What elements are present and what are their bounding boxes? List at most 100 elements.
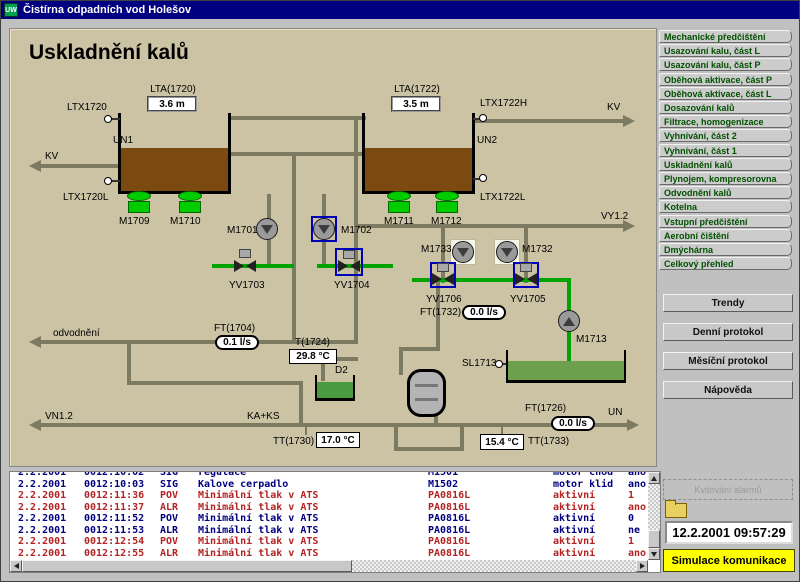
alarm-value: ne [628,525,640,536]
alarm-code: ALR [160,548,178,559]
alarm-row[interactable]: 2.2.20010012:11:37ALRMinimální tlak v AT… [10,502,646,513]
device-label-m1732: M1732 [522,244,553,255]
device-label-m1733: M1733 [421,244,452,255]
alarm-time: 0012:11:52 [84,513,144,524]
pipe-segment [473,119,629,123]
alarm-row[interactable]: 2.2.20010012:12:54POVMinimální tlak v AT… [10,536,646,547]
pipe-segment [401,347,440,351]
instrument-label-ft1726: FT(1726) [525,403,566,414]
stream-label-vn12: VN1.2 [45,411,73,422]
trends-button[interactable]: Trendy [663,294,793,312]
valve-yv1705[interactable] [515,273,537,285]
alarm-text: Minimální tlak v ATS [198,502,318,513]
sidebar-item-celkovy-prehled[interactable]: Celkový přehled [659,257,792,270]
sidebar-item-plynojem[interactable]: Plynojem, kompresorovna [659,172,792,185]
sidebar-item-mechanicke-predcisteni[interactable]: Mechanické předčištění [659,30,792,43]
pump-m1702[interactable] [313,218,335,240]
pump-m1713[interactable] [558,310,580,332]
sludge-tank-right[interactable] [362,113,475,194]
mixer-top [435,191,459,201]
acknowledge-alarms-button[interactable]: Kvitování alarmů [663,479,793,500]
alarm-text: Minimální tlak v ATS [198,490,318,501]
alarm-code: SIG [160,471,178,478]
sidebar-item-usazovani-kalu-p[interactable]: Usazování kalu, část P [659,58,792,71]
sidebar-item-dosazovani-kalu[interactable]: Dosazování kalů [659,101,792,114]
mixer-m1712[interactable] [433,191,461,214]
instrument-label-tt1730: TT(1730) [273,436,314,447]
monthly-report-button[interactable]: Měsíční protokol [663,352,793,370]
alarm-tag: PA0816L [428,490,470,501]
sidebar-item-uskladneni-kalu[interactable]: Uskladnění kalů [659,158,792,171]
sidebar-item-dmycharna[interactable]: Dmýchárna [659,243,792,256]
horizontal-scrollbar-thumb[interactable] [22,560,352,572]
sidebar-item-usazovani-kalu-l[interactable]: Usazování kalu, část L [659,44,792,57]
valve-yv1704[interactable] [338,260,360,272]
sidebar-item-filtrace-homogenizace[interactable]: Filtrace, homogenizace [659,115,792,128]
flow-arrow-left [29,160,41,172]
sidebar-item-odvodneni-kalu[interactable]: Odvodnění kalů [659,186,792,199]
alarm-row[interactable]: 2.2.20010012:11:53ALRMinimální tlak v AT… [10,525,646,536]
mixer-body [388,201,410,213]
alarm-row[interactable]: 2.2.20010012:10:03SIGKalove cerpadloM150… [10,479,646,490]
instrument-value-tt1733: 15.4 °C [480,434,524,450]
sidebar-item-vyhnivani-1[interactable]: Vyhnívání, část 1 [659,144,792,157]
sidebar-item-obehova-aktivace-l[interactable]: Oběhová aktivace, část L [659,87,792,100]
mixer-m1709[interactable] [125,191,153,214]
sidebar-item-aerobni-cisteni[interactable]: Aerobní čištění [659,229,792,242]
sensor-tick [111,118,120,120]
device-label-yv1703: YV1703 [229,280,265,291]
alarm-state: aktivní [553,502,595,513]
flow-arrow-right [623,115,635,127]
alarm-value: ano [628,502,646,513]
alarm-row[interactable]: 2.2.20010012:11:52POVMinimální tlak v AT… [10,513,646,524]
arrow-down-icon [651,552,657,557]
pump-m1732[interactable] [496,241,518,263]
alarm-code: ALR [160,525,178,536]
scroll-left-button[interactable] [10,560,22,572]
alarm-row[interactable]: 2.2.20010012:11:36POVMinimální tlak v AT… [10,490,646,501]
daily-report-button[interactable]: Denní protokol [663,323,793,341]
valve-yv1703[interactable] [234,260,256,272]
alarm-code: SIG [160,479,178,490]
level-sensor[interactable] [104,115,112,123]
sludge-tank-left[interactable] [118,113,231,194]
simulation-button[interactable]: Simulace komunikace [663,549,795,572]
device-label-yv1706: YV1706 [426,294,462,305]
pipe-segment [460,423,464,451]
alarm-row[interactable]: 2.2.20010012:12:55ALRMinimální tlak v AT… [10,548,646,559]
instrument-value-t1724: 29.8 °C [289,349,337,364]
stream-label-kv-left: KV [45,151,58,162]
vertical-scrollbar-thumb[interactable] [648,530,660,548]
help-button[interactable]: Nápověda [663,381,793,399]
sidebar-item-obehova-aktivace-p[interactable]: Oběhová aktivace, část P [659,73,792,86]
flow-arrow-right [627,419,639,431]
mixer-m1711[interactable] [385,191,413,214]
heat-exchanger[interactable] [407,369,446,417]
alarm-tag: M1501 [428,471,458,478]
scroll-up-button[interactable] [648,472,660,484]
valve-actuator [239,249,251,258]
level-label-lta1720: LTA(1720) [147,84,199,95]
valve-actuator [520,263,532,272]
device-label-m1713: M1713 [576,334,607,345]
pump-m1733[interactable] [452,241,474,263]
level-sensor[interactable] [479,114,487,122]
level-sensor[interactable] [104,177,112,185]
sensor-label: LTX1720 [67,102,107,113]
level-sensor[interactable] [479,174,487,182]
alarm-state: aktivní [553,548,595,559]
pump-m1701[interactable] [256,218,278,240]
sidebar-item-kotelna[interactable]: Kotelna [659,200,792,213]
mixer-top [387,191,411,201]
mixer-m1710[interactable] [176,191,204,214]
stream-label-un2: UN2 [477,135,497,146]
sidebar-item-vyhnivani-2[interactable]: Vyhnívání, část 2 [659,129,792,142]
scroll-down-button[interactable] [648,548,660,560]
alarm-value: ano [628,548,646,559]
sl1713-tank[interactable] [506,350,626,383]
scroll-right-button[interactable] [636,560,648,572]
alarm-row[interactable]: 2.2.20010012:10:02SIGregulaceM1501motor … [10,471,646,478]
folder-icon[interactable] [665,503,687,518]
valve-yv1706[interactable] [432,273,454,285]
sidebar-item-vstupni-predcisteni[interactable]: Vstupní předčištění [659,215,792,228]
